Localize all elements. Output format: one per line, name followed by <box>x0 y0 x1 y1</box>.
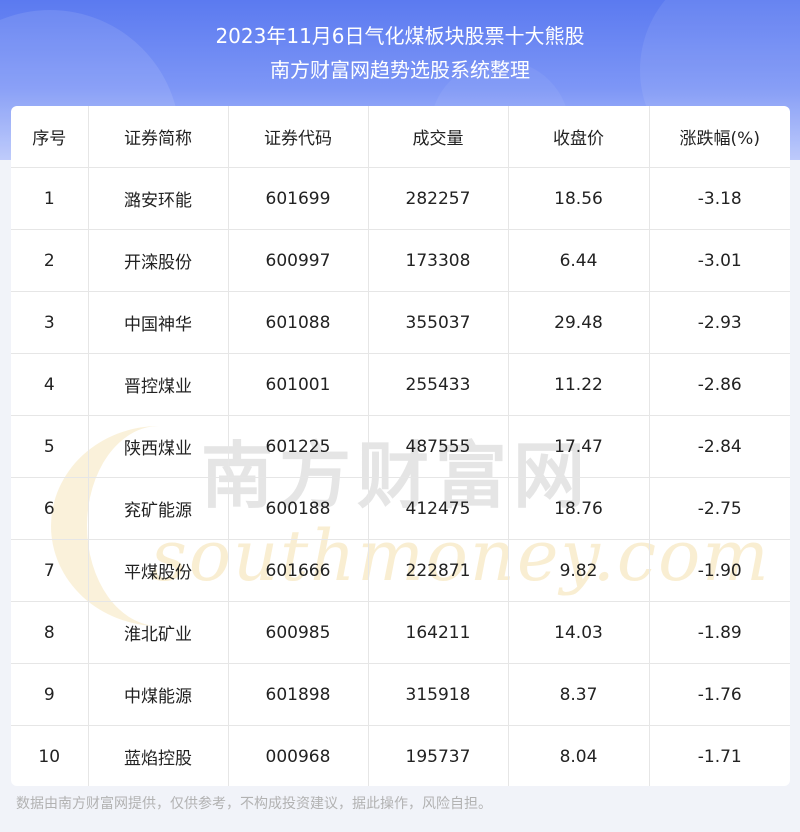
table-cell: 兖矿能源 <box>88 477 229 540</box>
table-cell: 9 <box>11 663 89 726</box>
table-card: 南方财富网 southmoney.com 序号 证券简称 证券代码 成交量 收盘价 涨跌幅… <box>11 106 790 786</box>
table-cell: 11.22 <box>508 353 650 416</box>
table-cell: 355037 <box>368 291 509 354</box>
table-header-row: 序号 证券简称 证券代码 成交量 收盘价 涨跌幅(%) <box>11 106 790 168</box>
table-cell: -2.86 <box>649 353 790 416</box>
table-cell: 潞安环能 <box>88 167 229 230</box>
table-cell: -2.75 <box>649 477 790 540</box>
table-cell: 中国神华 <box>88 291 229 354</box>
table-cell: 000968 <box>228 725 369 786</box>
table-cell: 601001 <box>228 353 369 416</box>
table-cell: 601225 <box>228 415 369 478</box>
table-cell: 600985 <box>228 601 369 664</box>
table-row: 6 兖矿能源 600188 412475 18.76 -2.75 <box>11 477 790 540</box>
table-cell: 17.47 <box>508 415 650 478</box>
table-row: 2 开滦股份 600997 173308 6.44 -3.01 <box>11 229 790 292</box>
table-cell: 601699 <box>228 167 369 230</box>
table-cell: 315918 <box>368 663 509 726</box>
table-cell: 8 <box>11 601 89 664</box>
table-cell: 10 <box>11 725 89 786</box>
table-cell: 600188 <box>228 477 369 540</box>
table-cell: 29.48 <box>508 291 650 354</box>
disclaimer: 数据由南方财富网提供，仅供参考，不构成投资建议，据此操作，风险自担。 <box>16 796 492 812</box>
table-cell: 18.56 <box>508 167 650 230</box>
table-row: 3 中国神华 601088 355037 29.48 -2.93 <box>11 291 790 354</box>
table-cell: 3 <box>11 291 89 354</box>
table-cell: -1.90 <box>649 539 790 602</box>
column-header: 涨跌幅(%) <box>649 106 790 168</box>
table-cell: 18.76 <box>508 477 650 540</box>
table-row: 9 中煤能源 601898 315918 8.37 -1.76 <box>11 663 790 726</box>
table-row: 1 潞安环能 601699 282257 18.56 -3.18 <box>11 167 790 230</box>
table-row: 4 晋控煤业 601001 255433 11.22 -2.86 <box>11 353 790 416</box>
column-header: 收盘价 <box>508 106 650 168</box>
table-cell: 7 <box>11 539 89 602</box>
column-header: 证券代码 <box>228 106 369 168</box>
table-cell: 14.03 <box>508 601 650 664</box>
table-cell: 600997 <box>228 229 369 292</box>
table-cell: 6.44 <box>508 229 650 292</box>
table-cell: 开滦股份 <box>88 229 229 292</box>
table-cell: 601898 <box>228 663 369 726</box>
table-cell: -3.18 <box>649 167 790 230</box>
table-cell: 2 <box>11 229 89 292</box>
table-row: 10 蓝焰控股 000968 195737 8.04 -1.71 <box>11 725 790 786</box>
table-cell: 164211 <box>368 601 509 664</box>
table-cell: -2.84 <box>649 415 790 478</box>
table-cell: 9.82 <box>508 539 650 602</box>
stock-table: 序号 证券简称 证券代码 成交量 收盘价 涨跌幅(%) 1 潞安环能 601699 282257… <box>11 106 790 786</box>
table-cell: 晋控煤业 <box>88 353 229 416</box>
page-subtitle: 南方财富网趋势选股系统整理 <box>270 58 530 82</box>
table-cell: 222871 <box>368 539 509 602</box>
column-header: 成交量 <box>368 106 509 168</box>
table-cell: 173308 <box>368 229 509 292</box>
table-cell: 1 <box>11 167 89 230</box>
table-cell: 淮北矿业 <box>88 601 229 664</box>
table-cell: -1.71 <box>697 746 742 767</box>
column-header: 序号 <box>11 106 89 168</box>
table-cell: -1.76 <box>649 663 790 726</box>
table-cell: 8.37 <box>508 663 650 726</box>
table-cell: 601666 <box>228 539 369 602</box>
table-row: 7 平煤股份 601666 222871 9.82 -1.90 <box>11 539 790 602</box>
table-row: 5 陕西煤业 601225 487555 17.47 -2.84 <box>11 415 790 478</box>
table-cell: 中煤能源 <box>88 663 229 726</box>
page-title: 2023年11月6日气化煤板块股票十大熊股 <box>215 24 585 48</box>
table-cell: 255433 <box>368 353 509 416</box>
table-cell: 601088 <box>228 291 369 354</box>
table-cell: 412475 <box>368 477 509 540</box>
table-cell: 487555 <box>368 415 509 478</box>
column-header: 证券简称 <box>88 106 229 168</box>
table-row: 8 淮北矿业 600985 164211 14.03 -1.89 <box>11 601 790 664</box>
table-cell: -1.89 <box>649 601 790 664</box>
table-cell: 5 <box>11 415 89 478</box>
table-cell: 蓝焰控股 <box>88 725 229 786</box>
table-cell: 平煤股份 <box>88 539 229 602</box>
table-cell: 6 <box>11 477 89 540</box>
table-cell: 195737 <box>368 725 509 786</box>
table-cell: 8.04 <box>508 725 650 786</box>
table-cell: 4 <box>11 353 89 416</box>
table-cell: -3.01 <box>649 229 790 292</box>
table-cell: -2.93 <box>649 291 790 354</box>
table-cell: 陕西煤业 <box>88 415 229 478</box>
table-cell: 282257 <box>368 167 509 230</box>
